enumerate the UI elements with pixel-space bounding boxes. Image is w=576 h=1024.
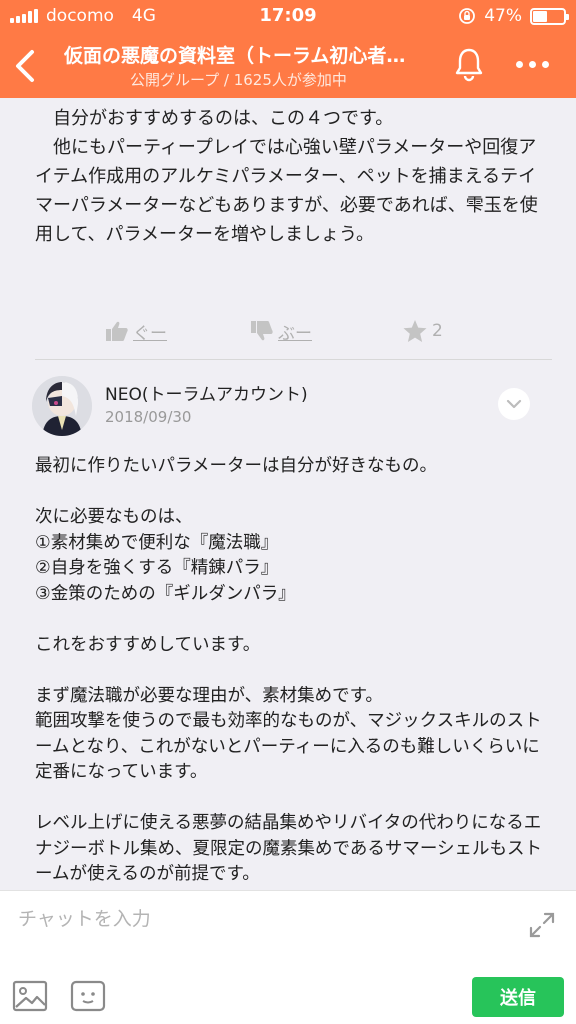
post-line: まず魔法職が必要な理由が、素材集めです。 — [35, 685, 383, 706]
more-dot-icon — [542, 60, 549, 68]
notification-button[interactable] — [453, 46, 485, 82]
attach-image-button[interactable] — [12, 979, 48, 1013]
expand-icon — [529, 912, 555, 938]
post-line: ③金策のための『ギルダンパラ』 — [35, 583, 296, 604]
post-line: レベル上げに使える悪夢の結晶集めやリバイタの代わりになるエナジーボトル集め、夏限… — [35, 813, 542, 884]
status-bar: docomo 4G 17:09 47% — [0, 0, 576, 34]
image-icon — [12, 980, 48, 1012]
status-right: 47% — [458, 6, 569, 26]
sticker-button[interactable] — [70, 979, 106, 1013]
battery-icon — [530, 7, 569, 25]
post-line: 次に必要なものは、 — [35, 507, 193, 527]
like-label: ぐー — [133, 323, 167, 344]
star-button[interactable]: 2 — [402, 319, 443, 343]
more-options-button[interactable] — [516, 56, 552, 72]
author-name[interactable]: NEO(トーラムアカウント) — [105, 380, 308, 405]
group-title[interactable]: 仮面の悪魔の資料室（トーラム初心者… — [64, 41, 434, 68]
post-divider — [35, 359, 552, 360]
post-body: 最初に作りたいパラメーターは自分が好きなもの。 次に必要なものは、 ①素材集めで… — [35, 454, 550, 888]
post-menu-button[interactable] — [498, 388, 530, 420]
chat-input-bar: 送信 — [0, 890, 576, 1024]
post-line: 範囲攻撃を使うので最も効率的なものが、マジックスキルのストームとなり、これがない… — [35, 711, 542, 782]
nav-header: 仮面の悪魔の資料室（トーラム初心者… 公開グループ / 1625人が参加中 — [0, 34, 576, 98]
previous-post-body: 自分がおすすめするのは、この４つです。 他にもパーティープレイでは心強い壁パラメ… — [35, 104, 545, 249]
battery-fill — [533, 10, 548, 22]
thread-content[interactable]: 自分がおすすめするのは、この４つです。 他にもパーティープレイでは心強い壁パラメ… — [0, 98, 576, 890]
dislike-button[interactable]: ぶー — [250, 319, 312, 344]
avatar-image — [32, 376, 92, 436]
battery-percent: 47% — [484, 6, 522, 26]
sticker-icon — [70, 980, 106, 1012]
post-line: これをおすすめしています。 — [35, 634, 261, 655]
post-line: 最初に作りたいパラメーターは自分が好きなもの。 — [35, 456, 437, 476]
author-avatar[interactable] — [32, 376, 92, 436]
group-subtitle: 公開グループ / 1625人が参加中 — [130, 71, 347, 89]
send-button[interactable]: 送信 — [472, 977, 564, 1017]
post-line: ①素材集めで便利な『魔法職』 — [35, 532, 279, 553]
like-button[interactable]: ぐー — [105, 319, 167, 344]
more-dot-icon — [516, 60, 523, 68]
expand-input-button[interactable] — [528, 911, 556, 939]
star-count: 2 — [432, 321, 443, 341]
bell-icon — [455, 48, 483, 82]
post-date: 2018/09/30 — [105, 408, 192, 426]
previous-post-paragraph: 他にもパーティープレイでは心強い壁パラメーターや回復アイテム作成用のアルケミパラ… — [35, 137, 538, 245]
chevron-down-icon — [506, 399, 522, 409]
chevron-left-icon — [16, 50, 34, 82]
post-line: ②自身を強くする『精錬パラ』 — [35, 558, 279, 578]
more-dot-icon — [529, 60, 536, 68]
orientation-lock-icon — [459, 8, 476, 24]
back-button[interactable] — [12, 48, 38, 84]
reaction-bar: ぐー ぶー 2 — [105, 316, 505, 346]
chat-input[interactable] — [18, 905, 498, 933]
thumbs-up-icon — [106, 321, 128, 341]
dislike-label: ぶー — [278, 323, 312, 344]
thumbs-down-icon — [251, 321, 273, 341]
previous-post-paragraph: 自分がおすすめするのは、この４つです。 — [53, 108, 394, 129]
star-icon — [403, 320, 427, 342]
